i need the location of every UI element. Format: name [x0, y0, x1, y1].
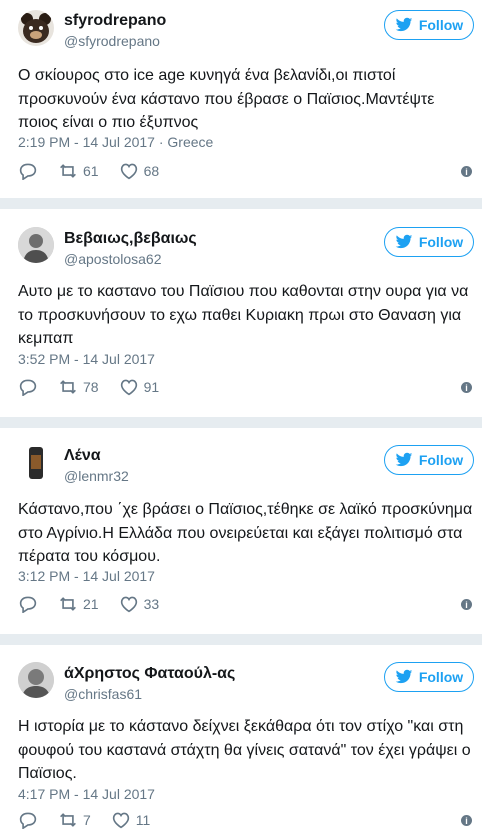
- display-name[interactable]: Λένα: [64, 447, 101, 465]
- reply-action[interactable]: [18, 162, 38, 180]
- tweet-card: Βεβαιως,βεβαιως @apostolosa62 Follow Αυτ…: [0, 209, 482, 417]
- display-name[interactable]: Βεβαιως,βεβαιως: [64, 230, 197, 248]
- retweet-count: 78: [83, 379, 99, 395]
- like-count: 11: [135, 812, 151, 828]
- reply-icon: [19, 163, 37, 180]
- retweet-count: 7: [83, 812, 91, 828]
- avatar[interactable]: [18, 10, 54, 46]
- retweet-count: 21: [83, 596, 99, 612]
- bear-avatar-icon: [21, 13, 51, 43]
- person-avatar-icon: [18, 662, 54, 698]
- reply-icon: [19, 379, 37, 396]
- tweet-text: Ο σκίουρος στο ice age κυνηγά ένα βελανί…: [18, 67, 435, 131]
- tweet-timestamp[interactable]: 4:17 PM - 14 Jul 2017: [18, 786, 155, 802]
- follow-label: Follow: [418, 452, 464, 468]
- user-handle[interactable]: @sfyrodrepano: [64, 33, 160, 49]
- follow-button[interactable]: Follow: [384, 662, 474, 692]
- user-handle[interactable]: @apostolosa62: [64, 251, 162, 267]
- tweet-text: Κάστανο,που ΄χε βράσει ο Παϊσιος,τέθηκε …: [18, 501, 473, 565]
- retweet-icon: [60, 164, 76, 178]
- reply-icon: [19, 596, 37, 613]
- tweet-actions: 78 91: [18, 378, 179, 396]
- retweet-icon: [60, 380, 76, 394]
- reply-action[interactable]: [18, 595, 38, 613]
- twitter-bird-icon: [395, 669, 413, 684]
- tweet-text: Η ιστορία με το κάστανο δείχνει ξεκάθαρα…: [18, 718, 471, 782]
- tweet-actions: 7 11: [18, 811, 170, 829]
- heart-icon: [120, 596, 137, 613]
- like-count: 68: [143, 163, 160, 179]
- tweet-card: άΧρηστος Φαταούλ-ας @chrisfas61 Follow Η…: [0, 645, 482, 835]
- user-handle[interactable]: @chrisfas61: [64, 686, 142, 702]
- like-action[interactable]: 68: [119, 162, 160, 180]
- info-icon[interactable]: i: [461, 815, 472, 826]
- avatar[interactable]: [18, 445, 54, 481]
- twitter-bird-icon: [395, 452, 413, 467]
- follow-button[interactable]: Follow: [384, 227, 474, 257]
- avatar[interactable]: [18, 227, 54, 263]
- like-action[interactable]: 11: [111, 811, 151, 829]
- display-name[interactable]: άΧρηστος Φαταούλ-ας: [64, 665, 235, 683]
- reply-action[interactable]: [18, 811, 38, 829]
- twitter-bird-icon: [395, 234, 413, 249]
- heart-icon: [112, 812, 129, 829]
- follow-button[interactable]: Follow: [384, 445, 474, 475]
- like-count: 91: [143, 379, 160, 395]
- heart-icon: [120, 379, 137, 396]
- avatar[interactable]: [18, 662, 54, 698]
- reply-icon: [19, 812, 37, 829]
- tweet-text: Αυτο με το καστανο του Παϊσιου που καθον…: [18, 283, 469, 347]
- twitter-bird-icon: [395, 17, 413, 32]
- retweet-icon: [60, 813, 76, 827]
- tweet-card: Λένα @lenmr32 Follow Κάστανο,που ΄χε βρά…: [0, 428, 482, 634]
- heart-icon: [120, 163, 137, 180]
- info-icon[interactable]: i: [461, 599, 472, 610]
- like-count: 33: [143, 596, 160, 612]
- tweet-actions: 61 68: [18, 162, 179, 180]
- follow-label: Follow: [418, 669, 464, 685]
- retweet-action[interactable]: 21: [58, 595, 99, 613]
- retweet-action[interactable]: 78: [58, 378, 99, 396]
- retweet-count: 61: [83, 163, 99, 179]
- tweet-timestamp[interactable]: 3:12 PM - 14 Jul 2017: [18, 568, 155, 584]
- person-avatar-icon: [18, 227, 54, 263]
- display-name[interactable]: sfyrodrepano: [64, 12, 166, 30]
- retweet-action[interactable]: 61: [58, 162, 99, 180]
- follow-button[interactable]: Follow: [384, 10, 474, 40]
- info-icon[interactable]: i: [461, 166, 472, 177]
- follow-label: Follow: [418, 234, 464, 250]
- like-action[interactable]: 33: [119, 595, 160, 613]
- bottle-avatar-icon: [29, 447, 43, 479]
- retweet-action[interactable]: 7: [58, 811, 91, 829]
- follow-label: Follow: [418, 17, 464, 33]
- tweet-timestamp[interactable]: 2:19 PM - 14 Jul 2017 · Greece: [18, 134, 213, 150]
- info-icon[interactable]: i: [461, 382, 472, 393]
- tweet-actions: 21 33: [18, 595, 179, 613]
- reply-action[interactable]: [18, 378, 38, 396]
- retweet-icon: [60, 597, 76, 611]
- tweet-timestamp[interactable]: 3:52 PM - 14 Jul 2017: [18, 351, 155, 367]
- like-action[interactable]: 91: [119, 378, 160, 396]
- tweet-card: sfyrodrepano @sfyrodrepano Follow Ο σκίο…: [0, 0, 482, 198]
- user-handle[interactable]: @lenmr32: [64, 468, 129, 484]
